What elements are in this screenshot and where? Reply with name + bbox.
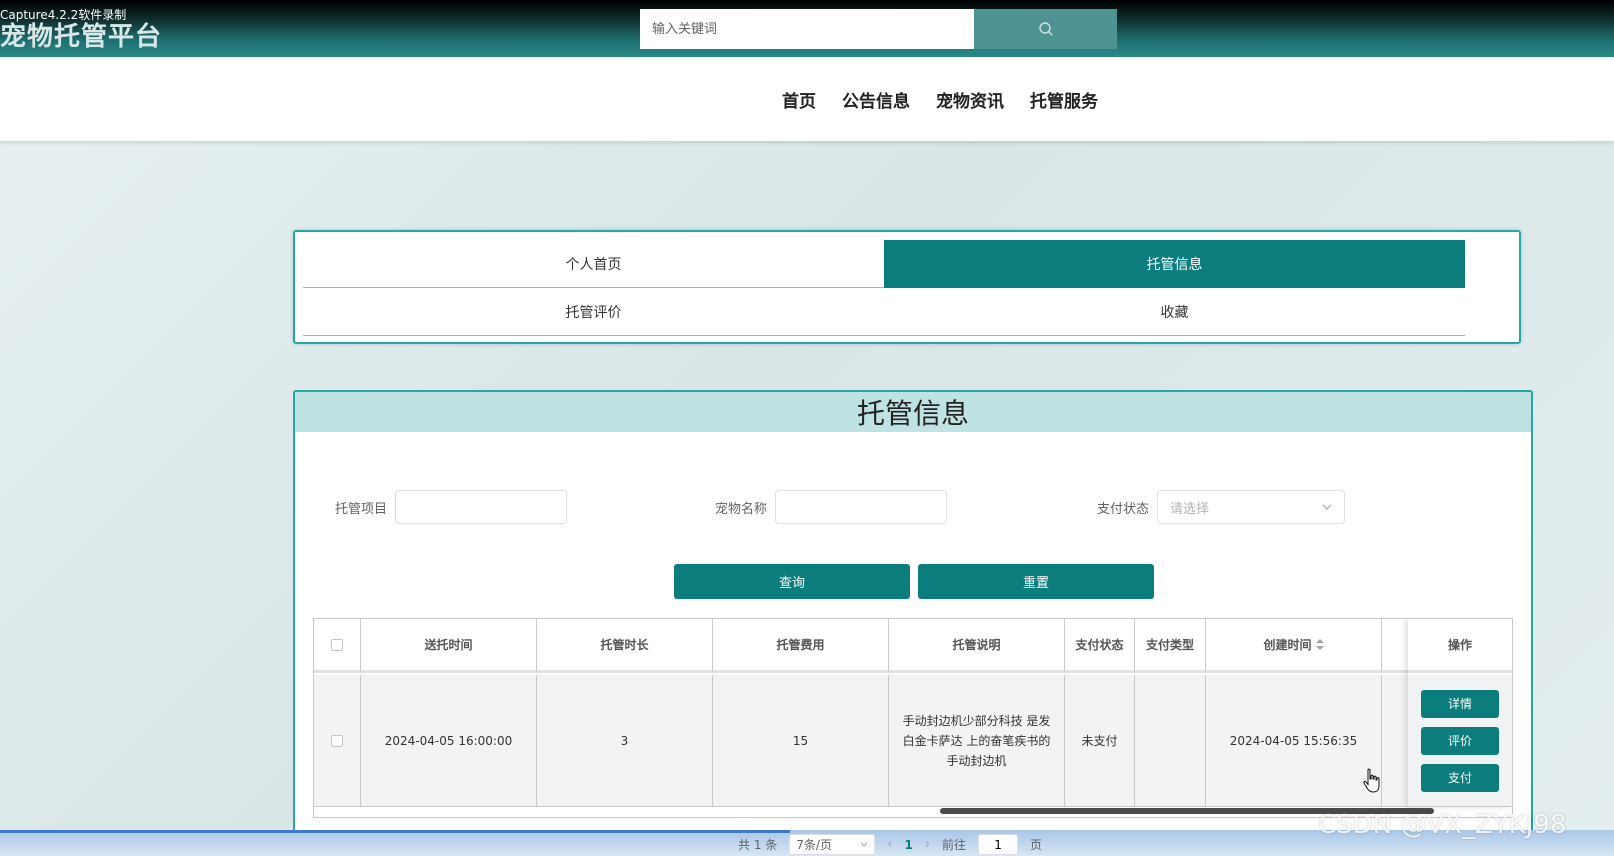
cell-created-time: 2024-04-05 15:56:35 [1206, 675, 1382, 807]
pet-name-filter-label: 宠物名称 [715, 502, 768, 517]
reset-button[interactable]: 重置 [918, 564, 1154, 599]
hand-cursor-icon [1363, 768, 1380, 793]
search-input[interactable] [640, 9, 974, 49]
site-brand[interactable]: 宠物托管平台 [0, 16, 162, 53]
top-header: Capture4.2.2软件录制 宠物托管平台 [0, 0, 1614, 57]
main-nav: 首页 公告信息 宠物资讯 托管服务 [0, 57, 1614, 141]
cell-actions: 详情 评价 支付 [1408, 675, 1512, 807]
boarding-table: 送托时间 托管时长 托管费用 托管说明 支付状态 支付类型 创建时间 2024-… [313, 618, 1513, 818]
page-size-value: 7条/页 [796, 838, 832, 852]
search-button[interactable] [974, 9, 1117, 49]
nav-item-notices[interactable]: 公告信息 [842, 87, 910, 112]
search-icon [1038, 22, 1053, 36]
pay-status-placeholder: 请选择 [1170, 501, 1210, 517]
pay-status-filter-label: 支付状态 [1097, 502, 1150, 517]
select-all-checkbox[interactable] [331, 638, 343, 651]
tab-boarding-info[interactable]: 托管信息 [884, 240, 1465, 288]
recording-progress-line [0, 830, 790, 833]
detail-button[interactable]: 详情 [1421, 689, 1499, 718]
select-all-cell [314, 619, 361, 673]
page-number-current[interactable]: 1 [904, 838, 912, 852]
cell-description: 手动封边机少部分科技 是发白金卡萨达 上的奋笔疾书的手动封边机 [889, 675, 1065, 807]
nav-item-home[interactable]: 首页 [782, 87, 816, 112]
project-filter-label: 托管项目 [335, 502, 388, 517]
nav-menu: 首页 公告信息 宠物资讯 托管服务 [782, 87, 1098, 112]
cell-duration: 3 [537, 675, 713, 807]
page-suffix: 页 [1030, 838, 1043, 852]
search-bar [640, 9, 1117, 49]
user-center-tabs: 个人首页 托管信息 托管评价 收藏 [293, 230, 1521, 344]
nav-item-boarding-service[interactable]: 托管服务 [1030, 87, 1098, 112]
page-size-select[interactable]: 7条/页 [789, 834, 876, 855]
tab-favorites[interactable]: 收藏 [884, 288, 1465, 336]
col-duration[interactable]: 托管时长 [537, 619, 713, 673]
actions-column: 操作 详情 评价 支付 [1408, 619, 1512, 807]
row-select-cell [314, 675, 361, 807]
chevron-down-icon [860, 842, 868, 847]
boarding-info-panel: 托管信息 托管项目 宠物名称 支付状态 请选择 查询 重置 送托时间 托管时长 … [293, 390, 1533, 856]
csdn-watermark: CSDN @VX_ZYKJ98 [1318, 810, 1567, 840]
panel-title: 托管信息 [295, 392, 1531, 432]
col-actions: 操作 [1408, 619, 1512, 673]
col-pay-status[interactable]: 支付状态 [1065, 619, 1135, 673]
pet-name-filter-input[interactable] [775, 490, 947, 524]
col-pay-type[interactable]: 支付类型 [1135, 619, 1206, 673]
cell-fee: 15 [713, 675, 889, 807]
goto-page-input[interactable] [978, 834, 1019, 855]
col-description[interactable]: 托管说明 [889, 619, 1065, 673]
row-checkbox[interactable] [331, 734, 343, 747]
sort-icon[interactable] [1315, 639, 1324, 650]
total-count: 共 1 条 [738, 838, 778, 852]
tab-personal-home[interactable]: 个人首页 [303, 240, 884, 288]
col-created-time-label: 创建时间 [1263, 638, 1312, 652]
project-filter-input[interactable] [395, 490, 567, 524]
prev-page-icon[interactable]: ‹ [887, 837, 892, 852]
pagination: 共 1 条 7条/页 ‹ 1 › 前往 页 [738, 833, 1042, 856]
next-page-icon[interactable]: › [925, 837, 930, 852]
tab-boarding-review[interactable]: 托管评价 [303, 288, 884, 336]
review-button[interactable]: 评价 [1421, 726, 1499, 755]
cell-pay-type [1135, 675, 1206, 807]
chevron-down-icon [1322, 504, 1332, 510]
col-fee[interactable]: 托管费用 [713, 619, 889, 673]
col-created-time[interactable]: 创建时间 [1206, 619, 1382, 673]
goto-label: 前往 [942, 838, 967, 852]
pay-status-select[interactable]: 请选择 [1157, 490, 1345, 524]
nav-item-pet-news[interactable]: 宠物资讯 [936, 87, 1004, 112]
col-send-time[interactable]: 送托时间 [361, 619, 537, 673]
pay-button[interactable]: 支付 [1421, 763, 1499, 792]
query-button[interactable]: 查询 [674, 564, 910, 599]
cell-send-time: 2024-04-05 16:00:00 [361, 675, 537, 807]
tab-grid: 个人首页 托管信息 托管评价 收藏 [303, 240, 1465, 336]
cell-pay-status: 未支付 [1065, 675, 1135, 807]
